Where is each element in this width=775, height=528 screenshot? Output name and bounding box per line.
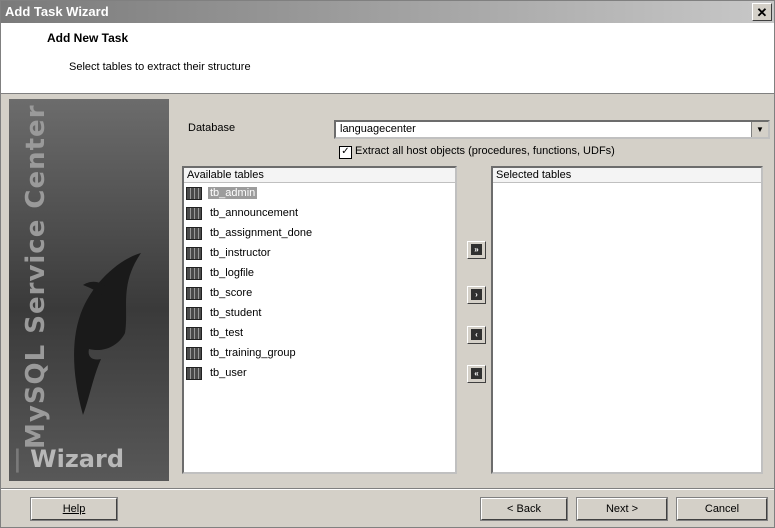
double-left-arrow-icon: « [471, 368, 482, 379]
table-name: tb_test [210, 327, 244, 339]
table-icon [186, 346, 202, 360]
extract-host-objects-label[interactable]: Extract all host objects (procedures, fu… [355, 145, 615, 157]
window-title: Add Task Wizard [5, 4, 109, 19]
available-tables-list[interactable]: Available tables tb_admin tb_announcement… [182, 166, 457, 474]
sidebar-brand-text: MySQL Service Center [21, 104, 51, 449]
table-name: tb_training_group [210, 347, 296, 359]
add-one-button[interactable]: › [467, 286, 486, 304]
help-button[interactable]: Help [30, 497, 118, 521]
table-icon [186, 366, 202, 380]
list-item[interactable]: tb_logfile [184, 263, 455, 283]
database-label: Database [188, 122, 236, 134]
close-button[interactable]: ✕ [752, 3, 772, 21]
page-title: Add New Task [47, 31, 129, 45]
table-icon [186, 186, 202, 200]
table-icon [186, 266, 202, 280]
sidebar-wizard-text: | Wizard [13, 445, 125, 473]
wizard-header: Add New Task Select tables to extract th… [1, 23, 774, 94]
table-icon [186, 226, 202, 240]
table-icon [186, 306, 202, 320]
add-task-wizard-window: Add Task Wizard ✕ Add New Task Select ta… [0, 0, 775, 528]
list-item[interactable]: tb_instructor [184, 243, 455, 263]
table-icon [186, 246, 202, 260]
available-tables-header: Available tables [184, 168, 455, 183]
table-icon [186, 326, 202, 340]
database-select[interactable]: languagecenter ▼ [334, 120, 770, 139]
checkmark-icon: ✓ [341, 146, 350, 157]
list-item[interactable]: tb_announcement [184, 203, 455, 223]
back-button[interactable]: < Back [480, 497, 568, 521]
remove-one-button[interactable]: ‹ [467, 326, 486, 344]
table-name: tb_instructor [210, 247, 271, 259]
available-tables-items: tb_admin tb_announcement tb_assignment_don… [184, 183, 455, 383]
page-subtitle: Select tables to extract their structure [69, 61, 251, 73]
extract-host-objects-checkbox[interactable]: ✓ [339, 146, 352, 159]
list-item[interactable]: tb_student [184, 303, 455, 323]
add-all-button[interactable]: » [467, 241, 486, 259]
table-name: tb_score [210, 287, 253, 299]
table-icon [186, 206, 202, 220]
list-item[interactable]: tb_assignment_done [184, 223, 455, 243]
list-item[interactable]: tb_test [184, 323, 455, 343]
list-item[interactable]: tb_admin [184, 183, 455, 203]
close-icon: ✕ [756, 5, 768, 20]
table-name: tb_admin [208, 187, 258, 199]
table-name: tb_logfile [210, 267, 255, 279]
double-right-arrow-icon: » [471, 244, 482, 255]
selected-tables-header: Selected tables [493, 168, 761, 183]
list-item[interactable]: tb_training_group [184, 343, 455, 363]
list-item[interactable]: tb_user [184, 363, 455, 383]
title-bar[interactable]: Add Task Wizard ✕ [1, 1, 774, 23]
list-item[interactable]: tb_score [184, 283, 455, 303]
table-name: tb_announcement [210, 207, 299, 219]
remove-all-button[interactable]: « [467, 365, 486, 383]
left-arrow-icon: ‹ [471, 329, 482, 340]
next-button[interactable]: Next > [576, 497, 668, 521]
chevron-down-icon[interactable]: ▼ [751, 122, 768, 137]
table-name: tb_user [210, 367, 247, 379]
wizard-sidebar-banner: MySQL Service Center | Wizard [9, 99, 169, 481]
footer-divider [1, 488, 774, 490]
database-select-value: languagecenter [340, 123, 416, 135]
right-arrow-icon: › [471, 289, 482, 300]
table-icon [186, 286, 202, 300]
table-name: tb_student [210, 307, 262, 319]
selected-tables-list[interactable]: Selected tables [491, 166, 763, 474]
cancel-button[interactable]: Cancel [676, 497, 768, 521]
table-name: tb_assignment_done [210, 227, 313, 239]
dolphin-logo-icon [74, 253, 141, 415]
